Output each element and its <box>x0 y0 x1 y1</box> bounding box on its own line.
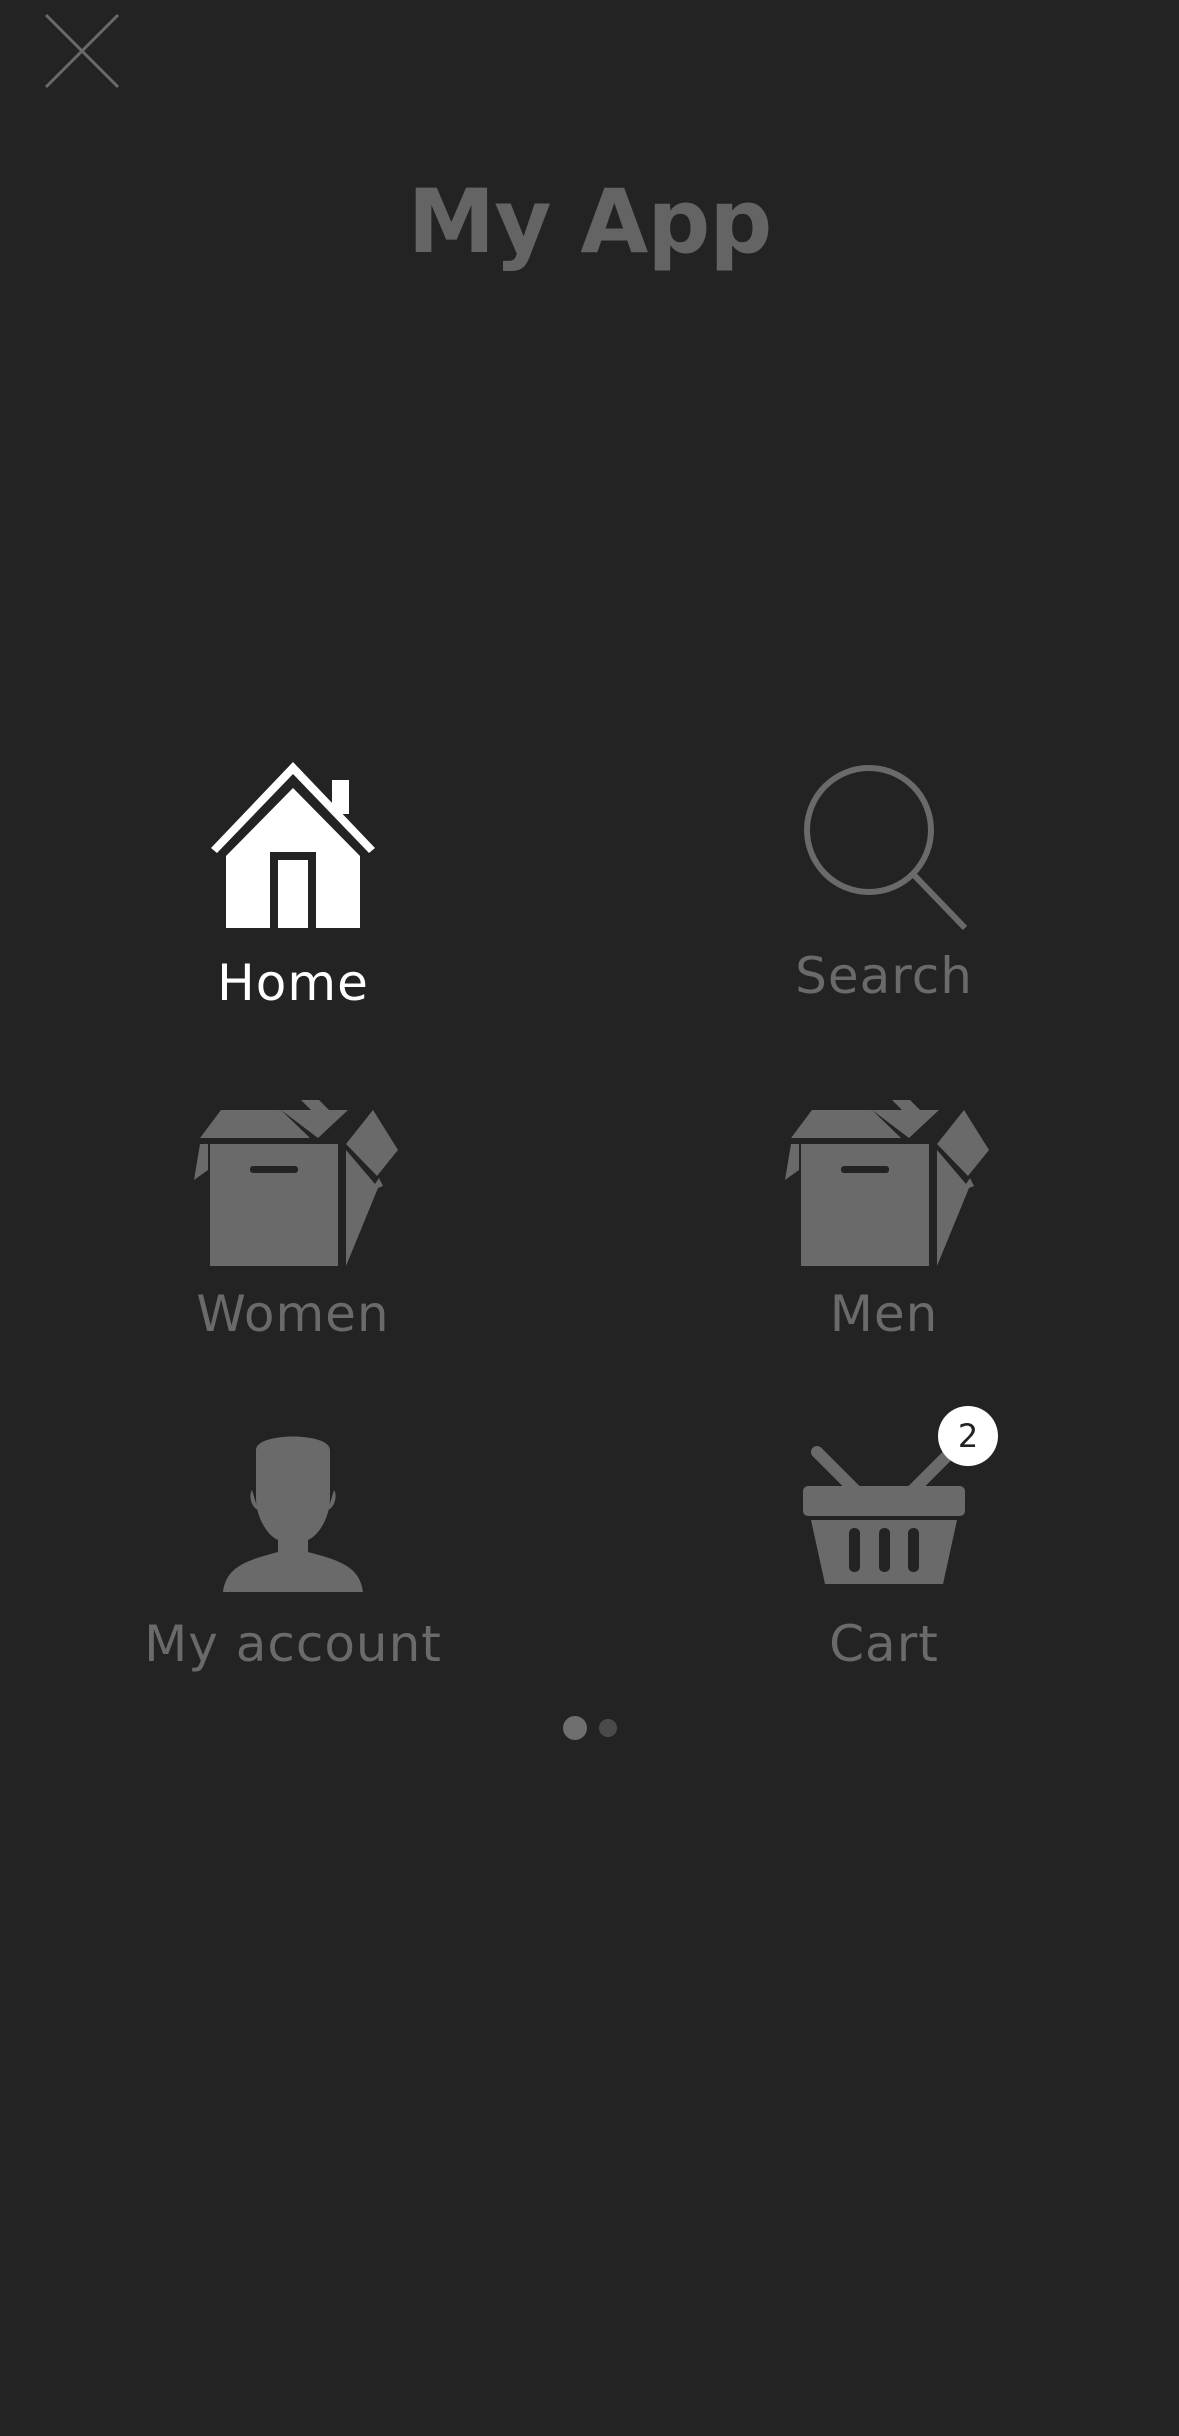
page-dot-2[interactable] <box>598 1719 617 1737</box>
menu-item-label: Search <box>795 947 973 1005</box>
search-icon <box>674 760 1094 960</box>
menu-item-home[interactable]: Home <box>83 760 503 1060</box>
menu-item-label: Women <box>196 1285 390 1343</box>
menu-item-search[interactable]: Search <box>674 760 1094 1060</box>
home-icon <box>83 760 503 960</box>
menu-item-my-account[interactable]: My account <box>83 1428 503 1728</box>
menu-grid: Home Search Women Men My account Cart 2 <box>0 0 1179 2436</box>
cart-badge: 2 <box>938 1406 998 1466</box>
menu-item-label: My account <box>144 1615 442 1673</box>
box-icon <box>83 1098 503 1298</box>
menu-item-cart[interactable]: Cart <box>674 1428 1094 1728</box>
page-indicator <box>0 1716 1179 1746</box>
user-icon <box>83 1428 503 1628</box>
menu-item-men[interactable]: Men <box>674 1098 1094 1398</box>
menu-item-label: Cart <box>829 1615 939 1673</box>
page-dot-1[interactable] <box>562 1716 587 1740</box>
box-icon <box>674 1098 1094 1298</box>
basket-icon <box>674 1428 1094 1628</box>
menu-item-women[interactable]: Women <box>83 1098 503 1398</box>
menu-item-label: Men <box>829 1285 939 1343</box>
menu-item-label: Home <box>217 954 369 1012</box>
